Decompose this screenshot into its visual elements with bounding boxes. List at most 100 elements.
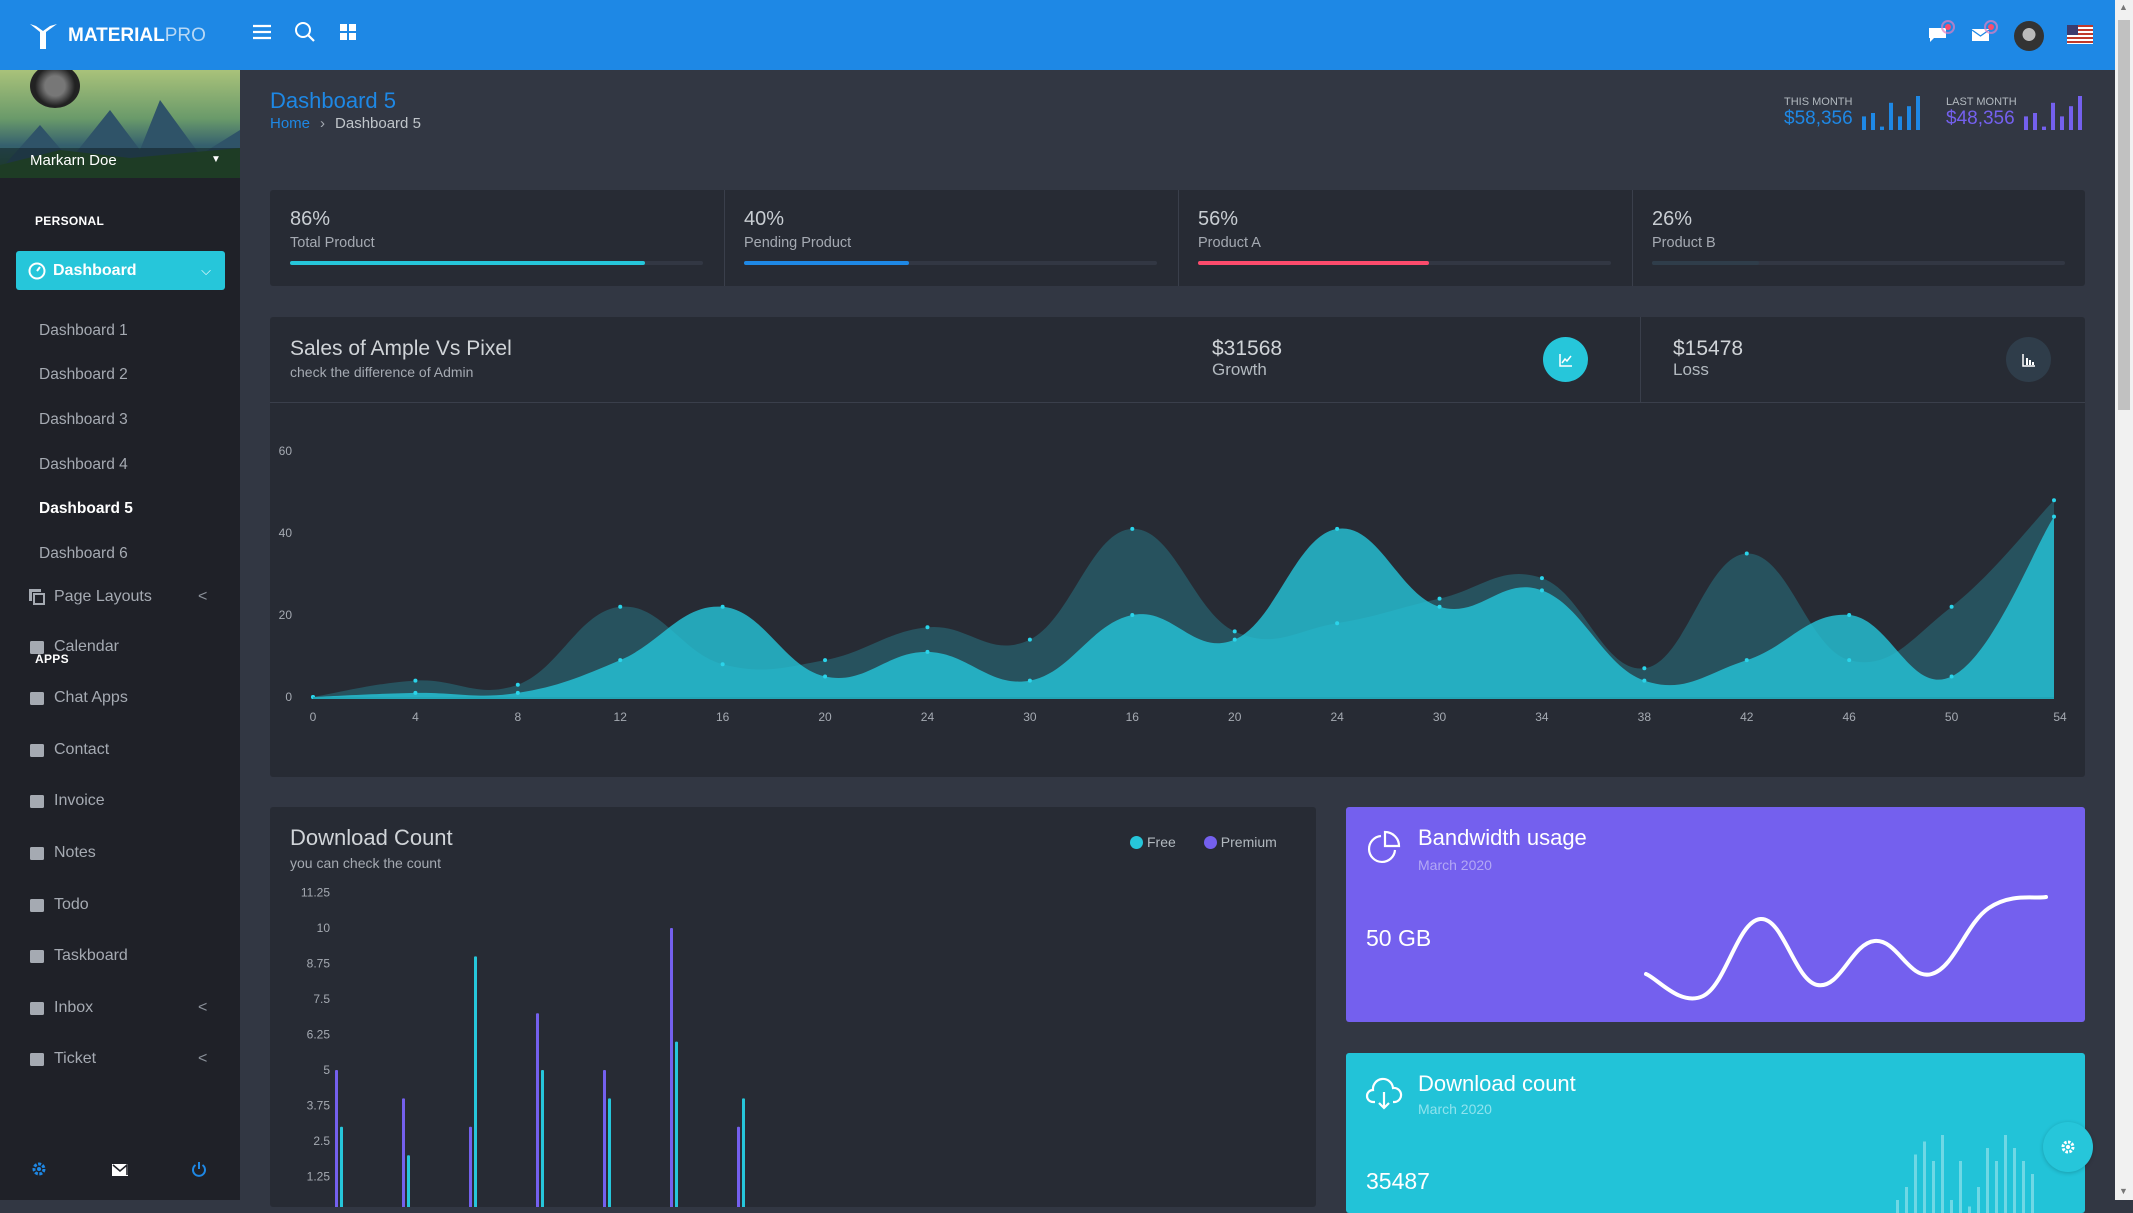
sidebar-item-label: Invoice xyxy=(54,792,105,810)
sidebar-subitem[interactable]: Dashboard 6 xyxy=(39,545,128,563)
data-point xyxy=(1847,658,1851,662)
breadcrumb-current: Dashboard 5 xyxy=(335,115,421,132)
data-point xyxy=(823,675,827,679)
growth-value: $31568 xyxy=(1212,337,1282,361)
spark-bar xyxy=(1941,1135,1944,1213)
pie-chart-icon xyxy=(1366,829,1402,865)
divider xyxy=(1632,190,1633,286)
scroll-down-icon[interactable]: ▼ xyxy=(2119,1186,2128,1196)
sidebar-item-label: Inbox xyxy=(54,999,93,1017)
sidebar-item-taskboard[interactable]: Taskboard xyxy=(28,947,128,965)
sidebar-item-ticket[interactable]: Ticket xyxy=(28,1050,96,1068)
sidebar-item-label: Dashboard xyxy=(53,262,137,280)
sales-card: Sales of Ample Vs Pixel check the differ… xyxy=(270,317,2085,777)
stat-progress-fill xyxy=(744,261,909,265)
sidebar-subitem[interactable]: Dashboard 2 xyxy=(39,366,128,384)
avatar[interactable] xyxy=(2014,21,2044,51)
loss-value: $15478 xyxy=(1673,337,1743,361)
x-tick-label: 24 xyxy=(921,710,935,724)
sidebar-item-page-layouts[interactable]: Page Layouts xyxy=(28,588,152,606)
sidebar-item-inbox[interactable]: Inbox xyxy=(28,999,93,1017)
scroll-up-icon[interactable]: ▲ xyxy=(2119,2,2128,12)
user-name[interactable]: Markarn Doe xyxy=(30,152,117,169)
apps-grid-icon[interactable] xyxy=(340,24,356,40)
data-point xyxy=(413,679,417,683)
user-menu-caret-icon[interactable]: ▼ xyxy=(211,154,221,165)
sidebar-subitem[interactable]: Dashboard 3 xyxy=(39,411,128,429)
data-point xyxy=(1438,605,1442,609)
data-point xyxy=(1028,679,1032,683)
x-tick-label: 34 xyxy=(1535,710,1549,724)
chevron-left-icon: < xyxy=(198,999,207,1017)
x-tick-label: 24 xyxy=(1330,710,1344,724)
spark-bar xyxy=(1950,1200,1953,1213)
data-point xyxy=(1950,675,1954,679)
stat-percent: 26% xyxy=(1652,208,1692,231)
notes-icon xyxy=(28,844,46,862)
logo-icon xyxy=(28,22,60,50)
gmail-icon[interactable] xyxy=(111,1163,129,1177)
x-tick-label: 20 xyxy=(818,710,832,724)
y-tick-label: 5 xyxy=(323,1063,330,1077)
chevron-left-icon: < xyxy=(198,588,207,606)
sidebar-item-calendar[interactable]: Calendar xyxy=(28,638,119,656)
data-point xyxy=(1233,638,1237,642)
sidebar-subitem[interactable]: Dashboard 4 xyxy=(39,456,128,474)
search-icon[interactable] xyxy=(294,21,316,43)
download-stat-value: 35487 xyxy=(1366,1168,1430,1195)
mail-icon[interactable] xyxy=(1971,20,1999,44)
download-stat-date: March 2020 xyxy=(1418,1101,1492,1117)
sidebar-item-notes[interactable]: Notes xyxy=(28,844,96,862)
growth-button[interactable] xyxy=(1543,337,1588,382)
chevron-down-icon: ⌵ xyxy=(201,263,211,279)
sidebar-item-contact[interactable]: Contact xyxy=(28,741,109,759)
spark-bar xyxy=(1923,1142,1926,1213)
gear-icon xyxy=(2060,1139,2076,1155)
bar-free xyxy=(541,1070,544,1207)
bar-free xyxy=(742,1098,745,1207)
stat-progress-bar xyxy=(744,261,1157,265)
breadcrumb-home[interactable]: Home xyxy=(270,115,310,132)
loss-button[interactable] xyxy=(2006,337,2051,382)
x-tick-label: 4 xyxy=(412,710,419,724)
sidebar: Markarn Doe ▼ PERSONAL Dashboard ⌵ Dashb… xyxy=(0,70,240,1200)
data-point xyxy=(1745,552,1749,556)
chat-icon[interactable] xyxy=(1928,20,1956,44)
stat-progress-bar xyxy=(1652,261,2065,265)
settings-fab[interactable] xyxy=(2043,1122,2093,1172)
layers-icon xyxy=(28,588,46,606)
data-point xyxy=(1642,666,1646,670)
sidebar-item-todo[interactable]: Todo xyxy=(28,896,89,914)
sidebar-item-chat[interactable]: Chat Apps xyxy=(28,689,128,707)
data-point xyxy=(1028,638,1032,642)
data-point xyxy=(1950,605,1954,609)
spark-bar xyxy=(1896,1200,1899,1213)
sidebar-subitem[interactable]: Dashboard 5 xyxy=(39,500,133,518)
download-stat-card: Download count March 2020 35487 xyxy=(1346,1053,2085,1213)
sidebar-item-invoice[interactable]: Invoice xyxy=(28,792,105,810)
sidebar-item-dashboard[interactable]: Dashboard ⌵ xyxy=(16,251,225,290)
stat-label: Product A xyxy=(1198,235,1261,251)
y-tick-label: 3.75 xyxy=(307,1099,331,1113)
data-point xyxy=(1642,679,1646,683)
brand-logo[interactable]: MATERIALPRO xyxy=(28,22,206,50)
scrollbar-thumb[interactable] xyxy=(2118,20,2130,410)
loss-label: Loss xyxy=(1673,360,1709,380)
settings-icon[interactable] xyxy=(30,1160,48,1178)
line-chart-icon xyxy=(1559,353,1573,367)
sidebar-subitem[interactable]: Dashboard 1 xyxy=(39,322,128,340)
data-point xyxy=(516,683,520,687)
spark-bar xyxy=(2022,1161,2025,1213)
stat-label: Total Product xyxy=(290,235,375,251)
y-tick-label: 7.5 xyxy=(313,992,330,1006)
menu-icon[interactable] xyxy=(252,22,272,42)
this-month-label: THIS MONTH xyxy=(1784,96,1853,108)
spark-bar xyxy=(1898,116,1902,130)
spark-bar xyxy=(2069,106,2073,130)
power-icon[interactable] xyxy=(191,1161,207,1177)
profile-banner: Markarn Doe ▼ xyxy=(0,70,240,178)
us-flag-icon[interactable] xyxy=(2067,25,2093,44)
last-month-label: LAST MONTH xyxy=(1946,96,2017,108)
scrollbar[interactable]: ▲ ▼ xyxy=(2115,0,2133,1200)
divider xyxy=(724,190,725,286)
